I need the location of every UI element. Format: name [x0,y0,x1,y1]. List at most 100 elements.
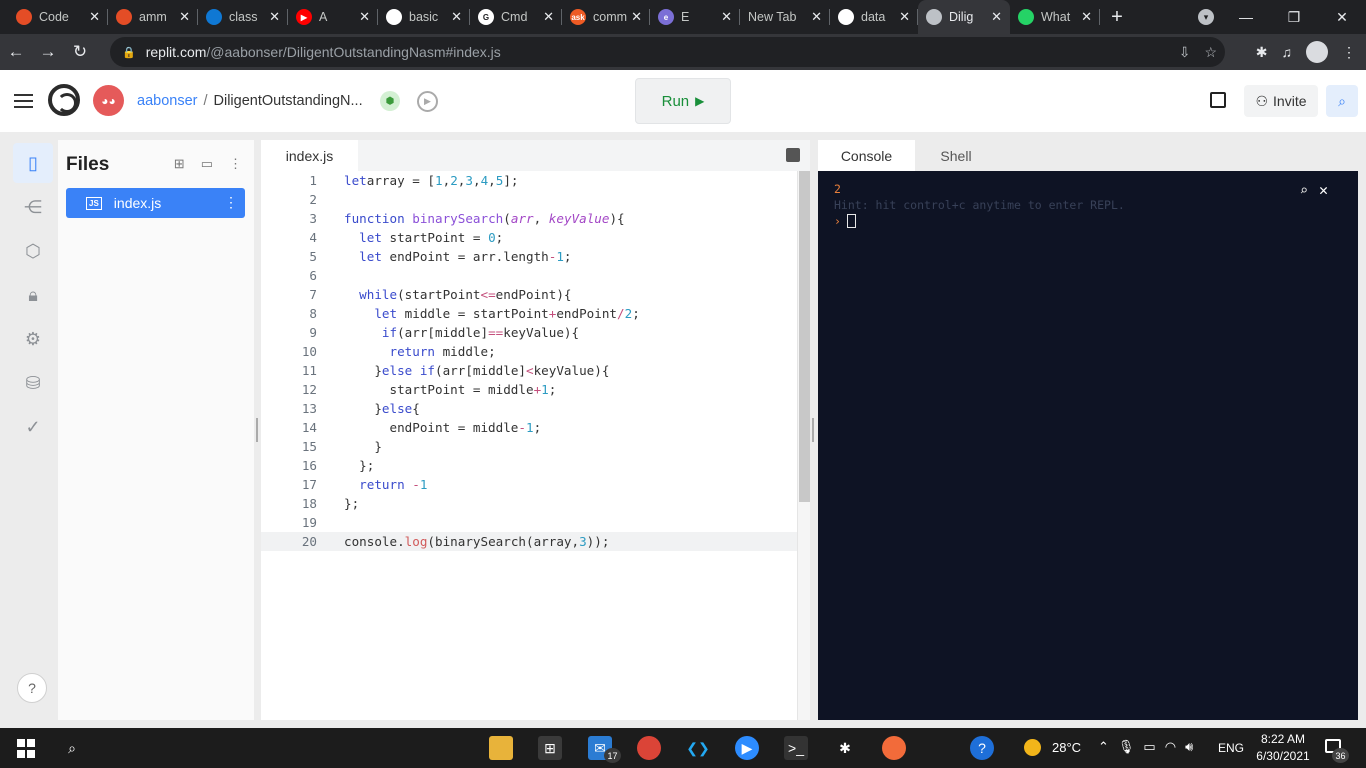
resize-handle-right[interactable] [812,418,814,442]
editor-scrollbar[interactable] [797,171,810,720]
browser-tab[interactable]: basic ✕ [378,0,470,34]
settings-gear-icon[interactable]: ⚙ [13,319,53,359]
extensions-icon[interactable]: ✱ [1256,44,1268,61]
browser-tab[interactable]: ask comm ✕ [562,0,650,34]
code-line[interactable]: 15 } [261,437,797,456]
unit-tests-check-icon[interactable]: ✓ [13,407,53,447]
code-line[interactable]: 16 }; [261,456,797,475]
console-output-area[interactable]: 2 Hint: hit control+c anytime to enter R… [818,171,1358,720]
files-icon[interactable]: ▯ [13,143,53,183]
code-line[interactable]: 10 return middle; [261,342,797,361]
zoom-icon[interactable]: ▶ [735,736,759,760]
code-line[interactable]: 7 while(startPoint<=endPoint){ [261,285,797,304]
add-file-icon[interactable]: ⊞ [174,156,185,172]
tab-close-icon[interactable]: ✕ [451,9,462,25]
code-line[interactable]: 19 [261,513,797,532]
code-line[interactable]: 11 }else if(arr[middle]<keyValue){ [261,361,797,380]
nodejs-icon[interactable]: ⬢ [380,91,400,111]
chat-icon[interactable] [1210,92,1226,108]
tab-close-icon[interactable]: ✕ [1081,9,1092,25]
install-app-icon[interactable]: ⇩ [1179,44,1191,61]
store-icon[interactable]: ⊞ [538,736,562,760]
tab-close-icon[interactable]: ✕ [899,9,910,25]
browser-tab[interactable]: Dilig ✕ [918,0,1010,34]
file-more-icon[interactable]: ⋮ [224,194,238,211]
language-indicator[interactable]: ENG [1218,741,1244,755]
resize-handle-left[interactable] [256,418,258,442]
volume-icon[interactable]: 🔊︎ [1185,739,1193,755]
terminal-icon[interactable]: >_ [784,736,808,760]
back-icon[interactable]: ← [0,36,32,68]
tab-close-icon[interactable]: ✕ [543,9,554,25]
restore-icon[interactable]: ❐ [1270,9,1318,26]
run-button[interactable]: Run ▶ [635,78,731,124]
tab-console[interactable]: Console [818,140,915,171]
browser-tab[interactable]: Code ✕ [8,0,108,34]
chrome-menu-icon[interactable]: ⋮ [1342,44,1356,61]
file-explorer-icon[interactable] [489,736,513,760]
editor-menu-icon[interactable] [786,148,800,162]
clock[interactable]: 8:22 AM 6/30/2021 [1252,731,1314,765]
history-icon[interactable]: ▶ [417,91,438,112]
browser-tab[interactable]: ▶ A ✕ [288,0,378,34]
battery-icon[interactable]: ▭ [1143,739,1155,755]
browser-tab[interactable]: G Cmd ✕ [470,0,562,34]
replit-logo[interactable] [48,84,80,116]
chevron-up-icon[interactable]: ⌃ [1098,739,1109,755]
tab-close-icon[interactable]: ✕ [811,9,822,25]
help-icon[interactable]: ? [17,673,47,703]
code-line[interactable]: 18}; [261,494,797,513]
microphone-icon[interactable]: 🎙︎ [1118,739,1135,755]
code-line[interactable]: 20 console.log(binarySearch(array,3)); [261,532,797,551]
browser-tab[interactable]: class ✕ [198,0,288,34]
code-line[interactable]: 8 let middle = startPoint+endPoint/2; [261,304,797,323]
invite-button[interactable]: ⚇ Invite [1244,85,1318,117]
browser-tab[interactable]: data ✕ [830,0,918,34]
chrome-icon[interactable] [637,736,661,760]
secrets-lock-icon[interactable]: 🔒︎ [13,275,53,315]
scrollbar-thumb[interactable] [799,171,810,502]
new-tab-button[interactable]: + [1100,0,1134,34]
tab-close-icon[interactable]: ✕ [179,9,190,25]
browser-tab[interactable]: New Tab ✕ [740,0,830,34]
version-control-icon[interactable]: ⋲ [13,187,53,227]
code-line[interactable]: 1 letarray = [1,2,3,4,5]; [261,171,797,190]
windows-start-icon[interactable] [13,736,37,760]
tab-close-icon[interactable]: ✕ [631,9,642,25]
packages-icon[interactable]: ⬡ [13,231,53,271]
code-line[interactable]: 9 if(arr[middle]==keyValue){ [261,323,797,342]
add-folder-icon[interactable]: ▭ [201,156,213,172]
tab-close-icon[interactable]: ✕ [359,9,370,25]
code-area[interactable]: 1 letarray = [1,2,3,4,5]; 2 3 function binar… [261,171,797,720]
reload-icon[interactable]: ↻ [64,36,96,68]
tab-search-icon[interactable]: ▾ [1198,9,1214,25]
console-clear-icon[interactable]: ✕ [1319,181,1328,199]
code-line[interactable]: 6 [261,266,797,285]
code-line[interactable]: 14 endPoint = middle-1; [261,418,797,437]
hamburger-menu-icon[interactable] [14,94,33,108]
wifi-icon[interactable]: ◠ [1165,739,1176,755]
vscode-icon[interactable]: ❮❯ [686,736,710,760]
console-search-icon[interactable]: ⌕ [1300,183,1308,199]
bookmark-star-icon[interactable]: ☆ [1204,44,1217,61]
code-line[interactable]: 5 let endPoint = arr.length-1; [261,247,797,266]
file-item[interactable]: JS index.js ⋮ [66,188,245,218]
minimize-icon[interactable]: — [1222,9,1270,25]
tab-index-js[interactable]: index.js [261,140,358,171]
breadcrumb-username[interactable]: aabonser [137,93,197,109]
code-line[interactable]: 13 }else{ [261,399,797,418]
database-icon[interactable]: ⛁ [13,363,53,403]
forward-icon[interactable]: → [32,36,64,68]
tab-close-icon[interactable]: ✕ [89,9,100,25]
tab-close-icon[interactable]: ✕ [721,9,732,25]
weather-sun-icon[interactable] [1024,739,1041,756]
browser-tab[interactable]: amm ✕ [108,0,198,34]
weather-temperature[interactable]: 28°C [1052,740,1081,755]
breadcrumb-repl-name[interactable]: DiligentOutstandingN... [214,93,363,109]
close-window-icon[interactable]: ✕ [1318,9,1366,26]
browser-tab[interactable]: What ✕ [1010,0,1100,34]
profile-avatar[interactable] [1306,41,1328,63]
tab-shell[interactable]: Shell [915,140,997,171]
code-line[interactable]: 17 return -1 [261,475,797,494]
code-line[interactable]: 12 startPoint = middle+1; [261,380,797,399]
